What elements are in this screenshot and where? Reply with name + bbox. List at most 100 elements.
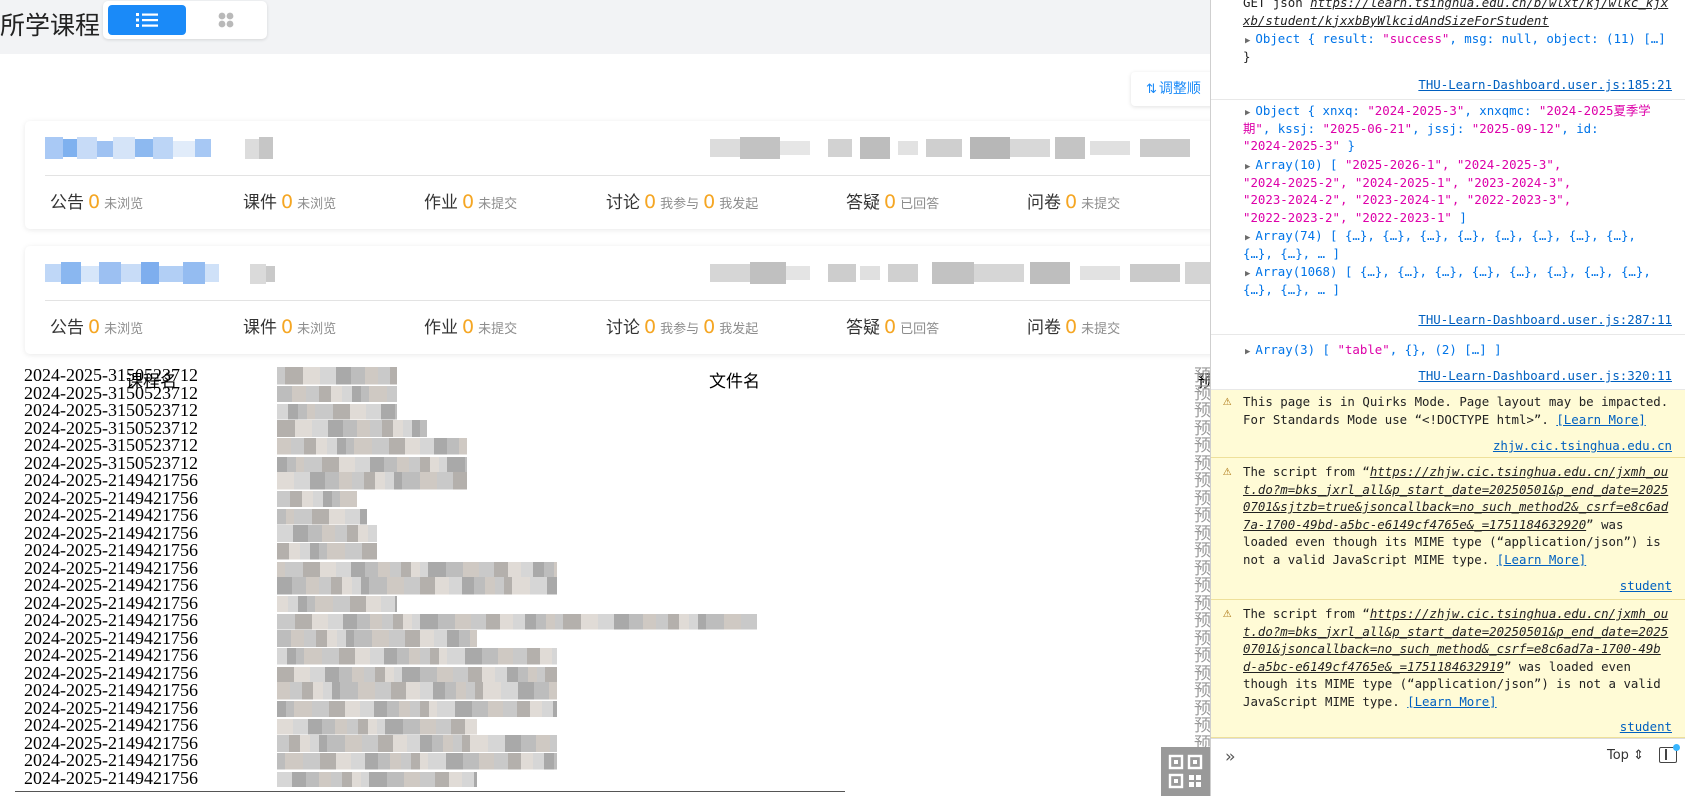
table-row[interactable]: 2024-2025-2149421756预 [24, 594, 1210, 613]
table-row[interactable]: 2024-2025-2149421756预 [24, 489, 1210, 508]
warning-source-link[interactable]: student [1620, 719, 1672, 734]
table-row[interactable]: 2024-2025-3150523712 预 [24, 436, 1210, 455]
warning-text-cont: t.do?m=bks_jxrl_all&p_start_date=2025050… [1243, 481, 1669, 497]
redacted-file-name [277, 666, 557, 682]
table-row[interactable]: 2024-2025-2149421756预 [24, 699, 1210, 718]
table-row[interactable]: 2024-2025-2149421756预 [24, 471, 1210, 490]
console-input[interactable]: » Top ⇕ [1211, 738, 1685, 796]
preview-link[interactable]: 预 [1194, 647, 1210, 665]
console-warning-entry: ⚠ The script from “https://zhjw.cic.tsin… [1211, 600, 1685, 738]
log-array-line[interactable]: ▶ Array(3) [ "table", {}, (2) […] ] [1245, 341, 1502, 362]
preview-link[interactable]: 预 [1194, 664, 1210, 683]
table-row[interactable]: 2024-2025-3150523712 预 [24, 384, 1210, 403]
preview-link[interactable]: 预 [1194, 472, 1210, 490]
log-object-line[interactable]: ▶ Object { result: "success", msg: null, … [1245, 30, 1666, 51]
redacted-file-name [277, 648, 557, 665]
warning-text-cont: For Standards Mode use “<!DOCTYPE html>”… [1243, 411, 1646, 427]
table-row[interactable]: 2024-2025-2149421756预 [24, 611, 1210, 630]
stat-questionnaires[interactable]: 问卷 0 未提交 [1027, 187, 1120, 220]
preview-link[interactable]: 预 [1194, 419, 1210, 438]
preview-link[interactable]: 预 [1194, 682, 1210, 700]
expand-triangle-icon[interactable]: ▶ [1245, 269, 1250, 279]
table-row[interactable]: 2024-2025-2149421756预 [24, 559, 1210, 578]
preview-link[interactable]: 预 [1194, 489, 1210, 508]
warning-source-link[interactable]: student [1620, 578, 1672, 593]
preview-link[interactable]: 预 [1194, 559, 1210, 578]
preview-link[interactable]: 预 [1194, 437, 1210, 455]
script-url-link[interactable]: https://zhjw.cic.tsinghua.edu.cn/jxmh_ou [1370, 464, 1668, 479]
request-url-link-cont[interactable]: xb/student/kjxxbByWlkcidAndSizeForStuden… [1243, 13, 1549, 28]
preview-link[interactable]: 预 [1194, 542, 1210, 560]
learn-more-link[interactable]: [Learn More] [1497, 552, 1587, 567]
table-row[interactable]: 2024-2025-3150523712 预 [24, 366, 1210, 385]
list-view-button[interactable] [108, 5, 186, 35]
sort-order-button[interactable]: ⇅ 调整顺 [1131, 72, 1210, 106]
course-page: 所学课程 ⇅ 调整顺 公告 0 未浏览 课件 0 未浏览 作业 0 未提交 讨论… [0, 0, 1210, 796]
table-row[interactable]: 2024-2025-2149421756预 [24, 751, 1210, 770]
preview-link[interactable]: 预 [1194, 402, 1210, 420]
table-row[interactable]: 2024-2025-2149421756预 [24, 681, 1210, 700]
table-row[interactable]: 2024-2025-2149421756预 [24, 734, 1210, 752]
log-source-link[interactable]: THU-Learn-Dashboard.user.js:185:21 [1418, 77, 1672, 92]
preview-link[interactable]: 预 [1194, 594, 1210, 613]
expand-triangle-icon[interactable]: ▶ [1245, 108, 1250, 118]
context-selector[interactable]: Top ⇕ [1607, 748, 1644, 763]
course-name-cell: 2024-2025-2149421756 [24, 575, 198, 595]
preview-link[interactable]: 预 [1194, 577, 1210, 595]
preview-link[interactable]: 预 [1194, 454, 1210, 473]
preview-link[interactable]: 预 [1194, 524, 1210, 543]
stat-announcements[interactable]: 公告 0 未浏览 [50, 187, 143, 220]
log-source-link[interactable]: THU-Learn-Dashboard.user.js:320:11 [1418, 368, 1672, 383]
preview-link[interactable]: 预 [1194, 507, 1210, 525]
table-row[interactable]: 2024-2025-2149421756预 [24, 646, 1210, 665]
course-card[interactable]: 公告 0 未浏览 课件 0 未浏览 作业 0 未提交 讨论 0 我参与 0 我发起 答疑 0 已回答 问… [25, 121, 1210, 229]
preview-link[interactable]: 预 [1194, 384, 1210, 403]
stat-qa[interactable]: 答疑 0 已回答 [846, 312, 939, 345]
preview-link[interactable]: 预 [1194, 717, 1210, 735]
table-row[interactable]: 2024-2025-2149421756预 [24, 506, 1210, 525]
stat-homework[interactable]: 作业 0 未提交 [424, 187, 517, 220]
request-url-link[interactable]: https://learn.tsinghua.edu.cn/b/wlxt/kj/… [1310, 0, 1668, 10]
stat-questionnaires[interactable]: 问卷 0 未提交 [1027, 312, 1120, 345]
course-name-cell: 2024-2025-2149421756 [24, 767, 198, 788]
redacted-file-name [277, 734, 557, 752]
qr-code-button[interactable] [1161, 747, 1210, 796]
table-row[interactable]: 2024-2025-2149421756预 [24, 541, 1210, 560]
warning-icon: ⚠ [1223, 463, 1232, 479]
grid-view-button[interactable] [187, 5, 265, 35]
log-source-link[interactable]: THU-Learn-Dashboard.user.js:287:11 [1418, 312, 1672, 327]
table-row[interactable]: 2024-2025-2149421756预 [24, 767, 1210, 788]
learn-more-link[interactable]: [Learn More] [1407, 694, 1497, 709]
expand-triangle-icon[interactable]: ▶ [1245, 233, 1250, 243]
warning-source-link[interactable]: zhjw.cic.tsinghua.edu.cn [1493, 438, 1672, 453]
course-card[interactable]: 公告 0 未浏览 课件 0 未浏览 作业 0 未提交 讨论 0 我参与 0 我发起 答疑 0 已回答 问… [25, 246, 1210, 354]
stat-homework[interactable]: 作业 0 未提交 [424, 312, 517, 345]
grid-icon [218, 12, 234, 28]
preview-link[interactable]: 预 [1194, 629, 1210, 648]
preview-link[interactable]: 预 [1194, 612, 1210, 630]
table-row[interactable]: 2024-2025-3150523712 预 [24, 454, 1210, 473]
learn-more-link[interactable]: [Learn More] [1556, 412, 1646, 427]
table-row[interactable]: 2024-2025-2149421756 预 [24, 575, 1210, 595]
stat-files[interactable]: 课件 0 未浏览 [243, 187, 336, 220]
preview-link[interactable]: 预 [1194, 367, 1210, 385]
warning-text-cont: 7a-1700-49bd-a5bc-e6149cf4765e&_=1751184… [1243, 516, 1624, 532]
expand-triangle-icon[interactable]: ▶ [1245, 347, 1250, 357]
table-row[interactable]: 2024-2025-2149421756预 [24, 716, 1210, 735]
table-row[interactable]: 2024-2025-2149421756预 [24, 629, 1210, 648]
table-row[interactable]: 2024-2025-2149421756预 [24, 524, 1210, 543]
warning-text-cont: not a valid JavaScript MIME type. [Learn… [1243, 551, 1587, 567]
stat-discussions[interactable]: 讨论 0 我参与 0 我发起 [606, 187, 758, 220]
table-row[interactable]: 2024-2025-2149421756预 [24, 664, 1210, 683]
preview-link[interactable]: 预 [1194, 699, 1210, 718]
stat-files[interactable]: 课件 0 未浏览 [243, 312, 336, 345]
script-url-link[interactable]: https://zhjw.cic.tsinghua.edu.cn/jxmh_ou [1370, 606, 1668, 621]
expand-triangle-icon[interactable]: ▶ [1245, 162, 1250, 172]
console-log-entry: ▶ Array(3) [ "table", {}, (2) […] ] THU-L… [1211, 335, 1685, 390]
expand-triangle-icon[interactable]: ▶ [1245, 36, 1250, 46]
stat-discussions[interactable]: 讨论 0 我参与 0 我发起 [606, 312, 758, 345]
table-row[interactable]: 2024-2025-3150523712 预 [24, 419, 1210, 438]
table-row[interactable]: 2024-2025-3150523712 预 [24, 401, 1210, 420]
stat-qa[interactable]: 答疑 0 已回答 [846, 187, 939, 220]
stat-announcements[interactable]: 公告 0 未浏览 [50, 312, 143, 345]
